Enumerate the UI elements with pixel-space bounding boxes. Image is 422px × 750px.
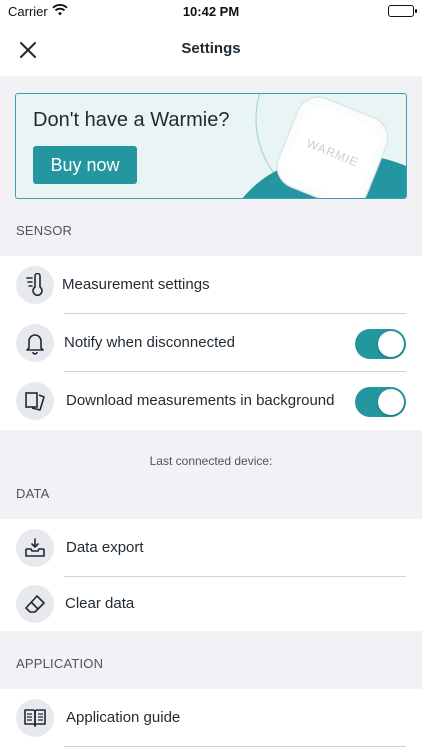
status-bar: Carrier 10:42 PM bbox=[0, 0, 422, 24]
last-connected-device-label: Last connected device: bbox=[149, 454, 273, 468]
notify-disconnected-toggle[interactable] bbox=[355, 329, 406, 359]
eraser-icon bbox=[16, 585, 54, 623]
navigation-bar: Settings bbox=[0, 24, 422, 76]
promo-banner[interactable]: WARMIE Don't have a Warmie? Buy now bbox=[15, 93, 407, 199]
section-header-sensor: SENSOR bbox=[16, 223, 73, 238]
banner-title: Don't have a Warmie? bbox=[33, 109, 230, 131]
close-icon bbox=[20, 42, 36, 58]
background-download-toggle[interactable] bbox=[355, 387, 406, 417]
notify-disconnected-row: Notify when disconnected bbox=[0, 314, 422, 372]
application-group: Application guide bbox=[0, 689, 422, 750]
notify-disconnected-label: Notify when disconnected bbox=[64, 334, 235, 351]
clock: 10:42 PM bbox=[182, 4, 240, 19]
page-title: Settings bbox=[181, 40, 241, 57]
download-pages-icon bbox=[16, 382, 54, 420]
application-guide-row[interactable]: Application guide bbox=[0, 689, 422, 747]
application-guide-label: Application guide bbox=[66, 709, 181, 726]
background-download-row: Download measurements in background bbox=[0, 372, 422, 430]
background-download-label: Download measurements in background bbox=[66, 392, 335, 409]
book-icon bbox=[16, 699, 54, 737]
data-export-row[interactable]: Data export bbox=[0, 519, 422, 577]
clear-data-label: Clear data bbox=[65, 595, 135, 612]
export-tray-icon bbox=[16, 529, 54, 567]
data-export-label: Data export bbox=[66, 539, 144, 556]
data-group: Data export Clear data bbox=[0, 519, 422, 631]
battery-icon bbox=[388, 5, 417, 17]
close-button[interactable] bbox=[12, 34, 44, 66]
divider bbox=[64, 746, 406, 747]
measurement-settings-label: Measurement settings bbox=[62, 276, 210, 293]
measurement-settings-row[interactable]: Measurement settings bbox=[0, 256, 422, 314]
clear-data-row[interactable]: Clear data bbox=[0, 575, 422, 633]
buy-now-button[interactable]: Buy now bbox=[33, 146, 137, 184]
thermometer-icon bbox=[16, 266, 54, 304]
bell-icon bbox=[16, 324, 54, 362]
section-header-data: DATA bbox=[16, 486, 50, 501]
section-header-application: APPLICATION bbox=[16, 656, 104, 671]
sensor-group: Measurement settings Notify when disconn… bbox=[0, 256, 422, 430]
